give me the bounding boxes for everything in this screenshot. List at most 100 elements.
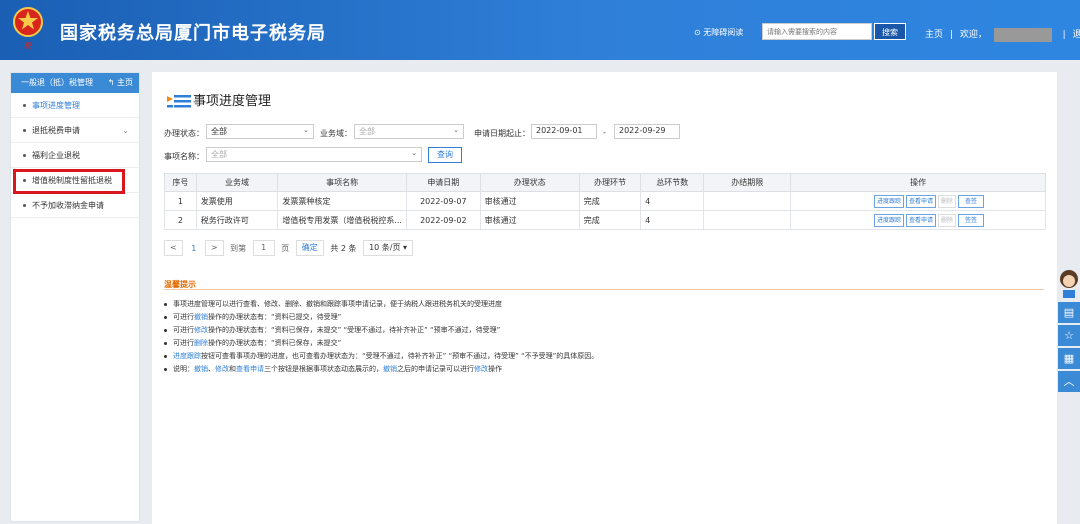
cell-date: 2022-09-07	[405, 191, 481, 211]
tip-keyword: 删除	[194, 339, 208, 347]
table-row: 1 发票使用 发票票种核定 2022-09-07 审核通过 完成 4 进度跟踪查…	[164, 191, 1046, 211]
page-title: 事项进度管理	[167, 90, 271, 110]
pagination: < 1 > 到第 1 页 确定 共 2 条 10 条/页 ▾	[164, 240, 414, 256]
tip-text: 可进行	[173, 339, 194, 347]
tip-text: 三个按钮是根据事项状态动态展示的，	[264, 365, 383, 373]
column-header: 业务域	[195, 173, 279, 192]
tip-line: 说明：撤销、修改和查看申请三个按钮是根据事项状态动态展示的，撤销之后的申请记录可…	[164, 363, 598, 376]
bullet-icon	[164, 367, 167, 371]
status-select-value: 全部	[211, 127, 227, 136]
tip-keyword: 撤销	[194, 365, 208, 373]
tip-text: 说明：	[173, 365, 194, 373]
tips-divider	[164, 289, 1044, 290]
item-name-select[interactable]: 全部 ⌄	[206, 147, 422, 162]
delete-button[interactable]: 删除	[937, 194, 956, 208]
table-row: 2 税务行政许可 增值税专用发票（增值税税控系... 2022-09-02 审核…	[164, 210, 1046, 230]
chevron-down-icon: ⌄	[303, 126, 309, 134]
bullet-icon	[164, 302, 167, 306]
tip-line: 事项进度管理可以进行查看、修改、删除、撤销和跟踪事项申请记录，便于纳税人跟进税务…	[164, 298, 598, 311]
view-application-button[interactable]: 查看申请	[905, 213, 936, 227]
sidebar-item-label: 不予加收滞纳金申请	[32, 201, 104, 210]
goto-confirm-button[interactable]: 确定	[295, 240, 324, 256]
top-header: 税 国家税务总局厦门市电子税务局 ⊙ 无障碍阅读 搜索 主页 | 欢迎， | 退…	[0, 0, 1080, 60]
sidebar-title: 一般退（抵）税管理	[21, 78, 93, 87]
sidebar-item-welfare[interactable]: 福利企业退税	[11, 143, 139, 168]
tip-keyword: 查看申请	[236, 365, 264, 373]
delete-button[interactable]: 删除	[937, 213, 956, 227]
prev-page-button[interactable]: <	[164, 240, 183, 256]
column-header: 办理状态	[479, 173, 580, 192]
column-header: 申请日期	[405, 173, 481, 192]
bullet-icon	[164, 341, 167, 345]
tip-text: 可进行	[173, 313, 194, 321]
tip-line: 可进行修改操作的办理状态有：“资料已保存，未提交” “受理不通过，待补齐补正” …	[164, 324, 598, 337]
sidebar-heading: 一般退（抵）税管理 ↰ 主页	[11, 73, 139, 93]
logout-link[interactable]: 退出	[1073, 27, 1080, 40]
review-button[interactable]: 查签	[957, 194, 984, 208]
tip-text: 之后的申请记录可以进行	[397, 365, 474, 373]
cell-ops: 进度跟踪 查看申请 删除 查签	[790, 191, 1046, 211]
calculator-icon[interactable]: ▦	[1058, 348, 1080, 369]
sidebar-item-progress[interactable]: 事项进度管理	[11, 93, 139, 118]
tip-line: 可进行撤销操作的办理状态有：“资料已提交，待受理”	[164, 311, 598, 324]
chevron-up-icon[interactable]: ︿	[1058, 371, 1080, 392]
accessibility-link[interactable]: ⊙ 无障碍阅读	[694, 27, 743, 38]
sidebar: 一般退（抵）税管理 ↰ 主页 事项进度管理 退抵税费申请 ⌄ 福利企业退税 增值税…	[10, 72, 140, 522]
track-progress-button[interactable]: 进度跟踪	[873, 194, 904, 208]
site-title: 国家税务总局厦门市电子税务局	[60, 23, 326, 44]
status-label: 办理状态：	[164, 129, 204, 138]
column-header: 办理环节	[578, 173, 642, 192]
home-link[interactable]: 主页	[925, 27, 943, 40]
goto-page-input[interactable]: 1	[252, 240, 275, 256]
cell-deadline	[703, 191, 792, 211]
cell-name: 发票票种核定	[277, 191, 407, 211]
search-button[interactable]: 搜索	[874, 23, 906, 40]
cell-ops: 进度跟踪 查看申请 删除 签签	[790, 210, 1046, 230]
column-header: 操作	[790, 173, 1046, 192]
sidebar-home-link[interactable]: ↰ 主页	[108, 73, 133, 93]
tip-keyword: 修改	[194, 326, 208, 334]
sidebar-item-refund[interactable]: 退抵税费申请 ⌄	[11, 118, 139, 143]
tip-keyword: 撤销	[194, 313, 208, 321]
item-name-select-value: 全部	[211, 150, 227, 159]
track-progress-button[interactable]: 进度跟踪	[873, 213, 904, 227]
date-from-input[interactable]: 2022-09-01	[531, 124, 597, 139]
tip-line: 可进行删除操作的办理状态有：“资料已保存，未提交”	[164, 337, 598, 350]
column-header: 序号	[164, 173, 197, 192]
page-title-text: 事项进度管理	[193, 94, 272, 109]
total-count: 共 2 条	[330, 243, 357, 253]
status-select[interactable]: 全部 ⌄	[206, 124, 314, 139]
cell-total: 4	[640, 210, 705, 230]
tip-text: 操作	[488, 365, 502, 373]
current-page[interactable]: 1	[191, 244, 196, 253]
document-icon[interactable]: ▤	[1058, 302, 1080, 323]
bullet-icon	[164, 328, 167, 332]
tip-keyword: 进度跟踪	[173, 352, 201, 360]
query-button[interactable]: 查询	[428, 147, 462, 163]
customer-service-avatar-icon[interactable]	[1058, 268, 1080, 298]
next-page-button[interactable]: >	[204, 240, 224, 256]
cell-total: 4	[640, 191, 705, 211]
date-to-input[interactable]: 2022-09-29	[614, 124, 680, 139]
nav-separator: |	[949, 30, 953, 40]
page-size-select[interactable]: 10 条/页 ▾	[363, 240, 414, 256]
star-icon[interactable]: ☆	[1058, 325, 1080, 346]
goto-label: 到第	[230, 243, 247, 253]
search-input[interactable]	[762, 23, 872, 40]
column-header: 事项名称	[277, 173, 407, 192]
date-separator: -	[603, 128, 606, 137]
cell-status: 审核通过	[479, 210, 580, 230]
page-unit: 页	[281, 243, 290, 253]
tip-text: 操作的办理状态有：“资料已保存，未提交”	[208, 339, 342, 347]
sidebar-item-late-fee[interactable]: 不予加收滞纳金申请	[11, 193, 139, 218]
item-name-label: 事项名称：	[164, 152, 204, 161]
sign-button[interactable]: 签签	[957, 213, 984, 227]
svg-text:税: 税	[25, 41, 32, 50]
chevron-down-icon: ⌄	[453, 126, 459, 134]
top-nav: 主页 | 欢迎， | 退出	[925, 27, 1080, 42]
sidebar-item-label: 福利企业退税	[32, 151, 80, 160]
tip-text: 操作的办理状态有：“资料已保存，未提交” “受理不通过，待补齐补正” “预审不通…	[208, 326, 501, 334]
view-application-button[interactable]: 查看申请	[905, 194, 936, 208]
domain-select[interactable]: 全部 ⌄	[354, 124, 464, 139]
username-redacted	[993, 27, 1052, 42]
